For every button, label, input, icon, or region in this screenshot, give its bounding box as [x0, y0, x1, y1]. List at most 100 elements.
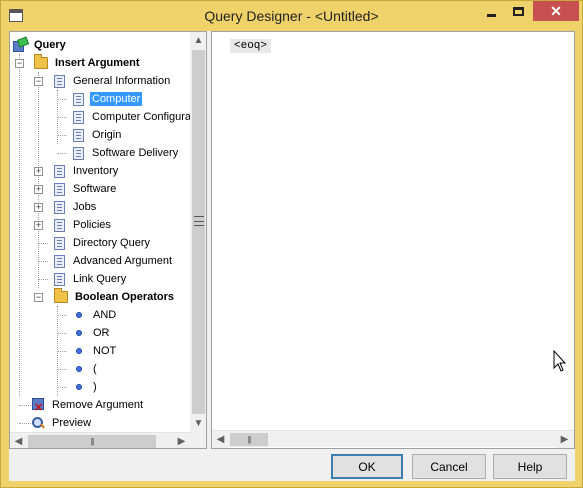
scroll-right-icon[interactable]: ▶: [173, 433, 190, 448]
scroll-down-icon[interactable]: ▼: [190, 415, 206, 432]
tree-item-close-paren[interactable]: ): [74, 378, 99, 396]
tree-item-preview[interactable]: Preview: [30, 414, 93, 432]
query-editor-pane: <eoq> ◀ ||| ▶: [211, 31, 575, 449]
tree-item-computer-configuration[interactable]: Computer Configura: [73, 108, 190, 126]
tree-horizontal-scrollbar[interactable]: ◀ ||| ▶: [10, 432, 190, 448]
tree-item-advanced-argument[interactable]: Advanced Argument: [54, 252, 174, 270]
query-icon: [12, 38, 28, 52]
client-area: − − + + + + − Query Insert Argument Gene…: [9, 31, 575, 481]
tree-item-label: Advanced Argument: [73, 255, 173, 267]
tree-connector: [57, 333, 67, 334]
maximize-button[interactable]: [505, 1, 531, 21]
scroll-right-icon[interactable]: ▶: [556, 431, 573, 448]
tree-item-open-paren[interactable]: (: [74, 360, 99, 378]
expand-icon[interactable]: +: [34, 167, 43, 176]
tree-item-not[interactable]: NOT: [74, 342, 118, 360]
tree-item-policies[interactable]: Policies: [54, 216, 113, 234]
tree-connector: [57, 351, 67, 352]
tree-item-query[interactable]: Query: [12, 36, 68, 54]
tree-connector: [19, 54, 20, 396]
tree-vertical-scroll-thumb[interactable]: [192, 50, 205, 414]
tree-item-jobs[interactable]: Jobs: [54, 198, 98, 216]
document-icon: [54, 218, 65, 232]
scroll-up-icon[interactable]: ▲: [190, 32, 206, 49]
document-icon: [54, 254, 65, 268]
title-bar[interactable]: Query Designer - <Untitled> ✕: [1, 1, 582, 31]
tree-connector: [57, 117, 67, 118]
ok-button[interactable]: OK: [331, 454, 403, 479]
document-icon: [54, 74, 65, 88]
document-icon: [73, 110, 84, 124]
document-icon: [73, 146, 84, 160]
tree-item-label: Remove Argument: [52, 399, 144, 411]
tree-item-remove-argument[interactable]: Remove Argument: [30, 396, 145, 414]
tree-connector: [57, 99, 67, 100]
tree-item-label: Computer Configura: [92, 111, 190, 123]
tree-item-boolean-operators[interactable]: Boolean Operators: [54, 288, 176, 306]
document-icon: [54, 200, 65, 214]
tree-connector: [57, 369, 67, 370]
tree-horizontal-scroll-thumb[interactable]: |||: [28, 435, 156, 448]
tree-item-computer[interactable]: Computer: [73, 90, 143, 108]
tree-item-label: ): [93, 381, 97, 393]
tree-item-label: Origin: [92, 129, 122, 141]
tree-item-directory-query[interactable]: Directory Query: [54, 234, 152, 252]
bullet-icon: [76, 366, 82, 372]
tree-item-software-delivery[interactable]: Software Delivery: [73, 144, 180, 162]
tree-connector: [38, 72, 39, 288]
tree-item-label: NOT: [93, 345, 117, 357]
tree-item-label: General Information: [73, 75, 171, 87]
editor-horizontal-scroll-thumb[interactable]: |||: [230, 433, 268, 446]
expand-icon[interactable]: +: [34, 203, 43, 212]
tree-item-or[interactable]: OR: [74, 324, 112, 342]
bullet-icon: [76, 384, 82, 390]
help-button[interactable]: Help: [493, 454, 567, 479]
tree-connector: [38, 261, 48, 262]
tree-item-and[interactable]: AND: [74, 306, 118, 324]
tree-item-label: Directory Query: [73, 237, 151, 249]
tree-item-origin[interactable]: Origin: [73, 126, 123, 144]
editor-horizontal-scrollbar[interactable]: ◀ ||| ▶: [212, 430, 574, 448]
argument-tree: − − + + + + − Query Insert Argument Gene…: [10, 32, 190, 432]
close-icon: ✕: [550, 2, 562, 19]
scroll-left-icon[interactable]: ◀: [212, 431, 229, 448]
expand-icon[interactable]: +: [34, 185, 43, 194]
tree-item-insert-argument[interactable]: Insert Argument: [34, 54, 142, 72]
document-icon: [54, 236, 65, 250]
tree-item-label: OR: [93, 327, 110, 339]
document-icon: [54, 272, 65, 286]
scrollbar-corner: [190, 432, 206, 448]
tree-item-general-information[interactable]: General Information: [54, 72, 172, 90]
collapse-icon[interactable]: −: [34, 77, 43, 86]
tree-item-label: Insert Argument: [55, 57, 140, 69]
close-button[interactable]: ✕: [533, 1, 579, 21]
tree-vertical-scrollbar[interactable]: ▲ ▼: [190, 32, 206, 432]
mouse-pointer-icon: [553, 350, 567, 372]
document-icon: [73, 128, 84, 142]
tree-item-link-query[interactable]: Link Query: [54, 270, 128, 288]
splitter-grip-icon[interactable]: [194, 216, 204, 226]
tree-item-label: Link Query: [73, 273, 127, 285]
tree-item-label: Boolean Operators: [75, 291, 175, 303]
argument-tree-pane: − − + + + + − Query Insert Argument Gene…: [9, 31, 207, 449]
minimize-icon: [486, 13, 496, 17]
tree-item-label: Query: [34, 39, 66, 51]
tree-item-label: Jobs: [73, 201, 97, 213]
cancel-button[interactable]: Cancel: [412, 454, 486, 479]
expand-icon[interactable]: +: [34, 221, 43, 230]
minimize-button[interactable]: [479, 1, 503, 21]
end-of-query-token[interactable]: <eoq>: [230, 39, 272, 53]
collapse-icon[interactable]: −: [34, 293, 43, 302]
scroll-left-icon[interactable]: ◀: [10, 433, 27, 448]
tree-item-label: (: [93, 363, 97, 375]
remove-icon: [30, 398, 46, 414]
tree-item-label: Policies: [73, 219, 111, 231]
collapse-icon[interactable]: −: [15, 59, 24, 68]
tree-item-label: Inventory: [73, 165, 119, 177]
tree-item-inventory[interactable]: Inventory: [54, 162, 120, 180]
tree-connector: [38, 279, 48, 280]
tree-item-label: AND: [93, 309, 117, 321]
query-editor[interactable]: <eoq>: [212, 32, 574, 430]
bullet-icon: [76, 312, 82, 318]
tree-item-software[interactable]: Software: [54, 180, 118, 198]
